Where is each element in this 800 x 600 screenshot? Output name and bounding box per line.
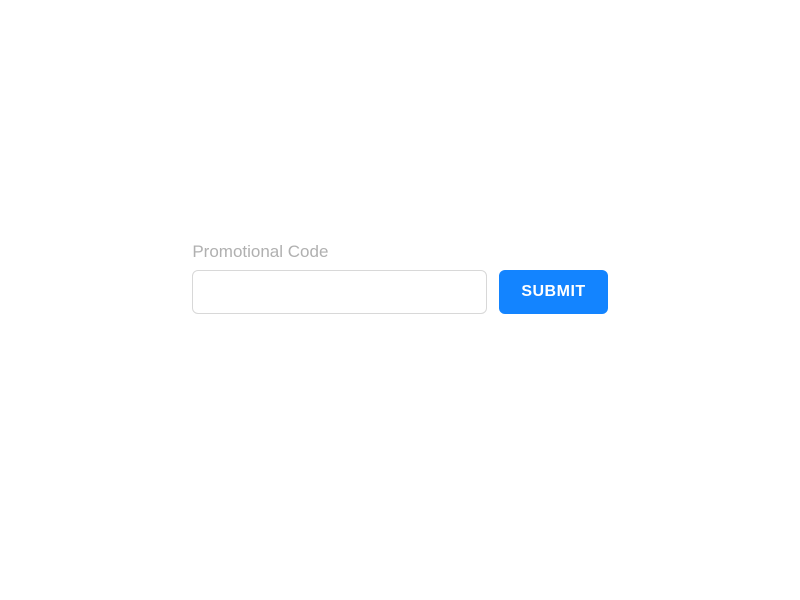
promo-code-label: Promotional Code xyxy=(192,242,607,262)
promo-code-form: Promotional Code SUBMIT xyxy=(192,242,607,314)
submit-button[interactable]: SUBMIT xyxy=(499,270,607,314)
promo-code-input[interactable] xyxy=(192,270,487,314)
form-row: SUBMIT xyxy=(192,270,607,314)
